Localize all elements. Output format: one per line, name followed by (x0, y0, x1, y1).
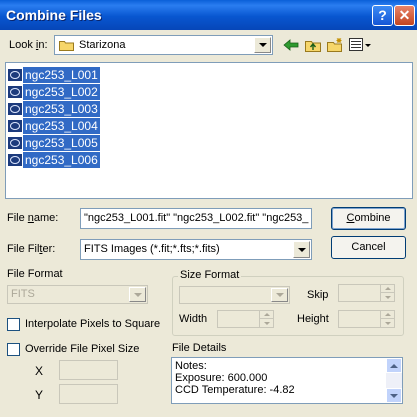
x-input[interactable] (59, 360, 118, 380)
combine-button[interactable]: Combine (331, 207, 406, 230)
list-item[interactable]: ngc253_L001 (7, 67, 100, 83)
file-details-box[interactable]: Notes: Exposure: 600.000 CCD Temperature… (171, 357, 403, 404)
size-format-label: Size Format (178, 269, 242, 281)
back-arrow-icon[interactable] (282, 37, 300, 53)
chevron-down-icon[interactable] (271, 288, 288, 302)
width-label: Width (179, 313, 208, 325)
list-item[interactable]: ngc253_L003 (7, 101, 100, 117)
help-button[interactable]: ? (372, 5, 393, 26)
override-pixel-size-label: Override File Pixel Size (25, 343, 140, 355)
file-details-label: File Details (172, 342, 227, 354)
list-item[interactable]: ngc253_L006 (7, 152, 100, 168)
fits-file-icon (7, 102, 23, 116)
size-format-dropdown[interactable] (179, 286, 290, 304)
width-stepper[interactable] (217, 310, 274, 328)
file-format-dropdown[interactable]: FITS (7, 285, 148, 304)
list-item[interactable]: ngc253_L004 (7, 118, 100, 134)
folder-icon (59, 39, 74, 51)
close-button[interactable]: ✕ (394, 5, 415, 26)
file-filter-label: File Filter: (7, 243, 56, 255)
up-folder-icon[interactable] (304, 37, 322, 53)
window-title: Combine Files (6, 7, 102, 23)
y-input[interactable] (59, 384, 118, 404)
skip-stepper[interactable] (338, 284, 395, 302)
chevron-down-icon[interactable] (293, 241, 310, 258)
look-in-label: Look in: (9, 39, 48, 51)
new-folder-icon[interactable] (326, 37, 344, 53)
file-item-name: ngc253_L002 (23, 84, 100, 100)
list-item[interactable]: ngc253_L005 (7, 135, 100, 151)
file-item-name: ngc253_L004 (23, 118, 100, 134)
fits-file-icon (7, 119, 23, 133)
interpolate-label: Interpolate Pixels to Square (25, 318, 161, 330)
file-list[interactable]: ngc253_L001 ngc253_L002 ngc253_L003 ngc2… (5, 62, 413, 199)
file-format-label: File Format (7, 268, 63, 280)
cancel-button[interactable]: Cancel (331, 236, 406, 259)
view-menu-icon[interactable] (348, 37, 372, 53)
override-pixel-size-checkbox[interactable] (7, 343, 20, 356)
fits-file-icon (7, 136, 23, 150)
fits-file-icon (7, 85, 23, 99)
chevron-down-icon[interactable] (254, 37, 271, 53)
file-name-input[interactable]: "ngc253_L001.fit" "ngc253_L002.fit" "ngc… (80, 208, 312, 229)
skip-label: Skip (307, 289, 329, 301)
scroll-up-icon[interactable] (386, 358, 402, 373)
file-name-label: File name: (7, 212, 59, 224)
fits-file-icon (7, 153, 23, 167)
fits-file-icon (7, 68, 23, 82)
file-filter-dropdown[interactable]: FITS Images (*.fit;*.fts;*.fits) (80, 239, 312, 260)
file-item-name: ngc253_L006 (23, 152, 100, 168)
y-label: Y (35, 388, 44, 402)
file-details-text: Notes: Exposure: 600.000 CCD Temperature… (175, 360, 295, 396)
height-stepper[interactable] (338, 310, 395, 328)
file-item-name: ngc253_L005 (23, 135, 100, 151)
details-scrollbar[interactable] (386, 358, 402, 403)
look-in-dropdown[interactable]: Starizona (54, 35, 273, 55)
file-item-name: ngc253_L001 (23, 67, 100, 83)
height-label: Height (297, 313, 329, 325)
list-item[interactable]: ngc253_L002 (7, 84, 100, 100)
scroll-down-icon[interactable] (386, 388, 402, 403)
look-in-value: Starizona (79, 39, 126, 51)
chevron-down-icon[interactable] (129, 287, 146, 302)
interpolate-checkbox[interactable] (7, 318, 20, 331)
x-label: X (35, 364, 44, 378)
file-item-name: ngc253_L003 (23, 101, 100, 117)
